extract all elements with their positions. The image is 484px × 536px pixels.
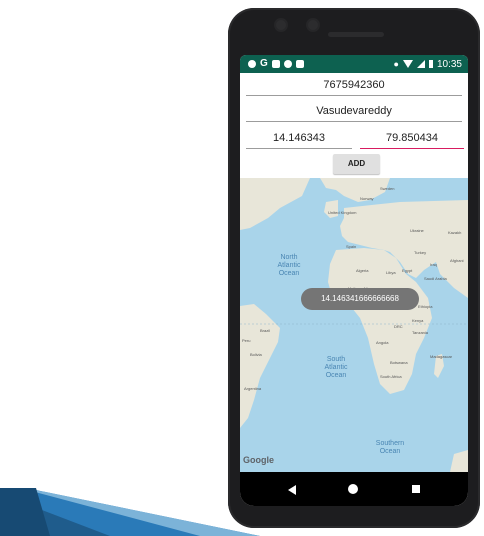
front-sensor <box>308 20 318 30</box>
back-icon[interactable] <box>288 485 296 495</box>
country-label: United Kingdom <box>328 210 357 215</box>
navigation-bar <box>240 472 468 506</box>
add-button[interactable]: ADD <box>333 154 380 174</box>
country-label: Algeria <box>356 268 369 273</box>
ocean-label-south-atlantic: South Atlantic Ocean <box>324 356 348 379</box>
shield-icon <box>248 60 256 68</box>
location-icon: ● <box>393 59 399 69</box>
country-label: Brazil <box>260 328 271 333</box>
phone-top-bezel <box>228 8 480 58</box>
country-label: Spain <box>346 244 357 249</box>
country-label: Peru <box>242 338 251 343</box>
status-time: 10:35 <box>436 58 462 70</box>
country-label: Kenya <box>412 318 424 323</box>
country-label: DRC <box>394 324 403 329</box>
name-field[interactable]: Vasudevareddy <box>246 100 462 122</box>
country-label: Saudi Arabia <box>424 276 447 281</box>
country-label: Tanzania <box>412 330 429 335</box>
sd-card-icon <box>295 60 304 68</box>
google-icon: G <box>260 58 268 69</box>
recent-apps-icon[interactable] <box>412 485 420 493</box>
front-camera <box>276 20 286 30</box>
signal-icon <box>416 60 425 68</box>
google-logo: Google <box>243 455 274 465</box>
battery-icon <box>428 60 433 68</box>
country-label: Kazakh <box>448 230 462 235</box>
longitude-field[interactable]: 79.850434 <box>360 127 464 149</box>
country-label: Egypt <box>402 268 413 273</box>
settings-icon <box>283 60 292 68</box>
toast-message: 14.146341666666668 <box>301 288 419 310</box>
country-label: Norway <box>360 196 374 201</box>
map-view[interactable]: North Atlantic Ocean South Atlantic Ocea… <box>240 178 468 472</box>
country-label: Bolivia <box>250 352 262 357</box>
earpiece-speaker <box>328 32 384 37</box>
wifi-icon <box>402 60 413 68</box>
country-label: Madagascar <box>430 354 453 359</box>
country-label: Botswana <box>390 360 408 365</box>
slide-decoration <box>0 488 260 536</box>
country-label: Angola <box>376 340 389 345</box>
country-label: Turkey <box>414 250 427 255</box>
ocean-label-southern: Southern Ocean <box>375 440 405 455</box>
message-icon <box>271 60 280 68</box>
home-icon[interactable] <box>348 484 358 494</box>
phone-frame: G ● 10:35 7675942360 Vasudevareddy 14.14… <box>228 8 480 528</box>
country-label: Libya <box>386 270 396 275</box>
map-land <box>240 178 468 472</box>
country-label: Ethiopia <box>418 304 433 309</box>
country-label: Iraq <box>430 262 437 267</box>
country-label: Afghani <box>450 258 464 263</box>
latitude-field[interactable]: 14.146343 <box>246 127 352 149</box>
phone-screen: G ● 10:35 7675942360 Vasudevareddy 14.14… <box>240 55 468 506</box>
status-bar: G ● 10:35 <box>240 55 468 73</box>
country-label: Ukraine <box>410 228 424 233</box>
ocean-label-north-atlantic: North Atlantic Ocean <box>277 254 301 277</box>
phone-number-field[interactable]: 7675942360 <box>246 74 462 96</box>
country-label: Sweden <box>380 186 395 191</box>
country-label: Argentina <box>244 386 262 391</box>
country-label: South Africa <box>380 374 402 379</box>
